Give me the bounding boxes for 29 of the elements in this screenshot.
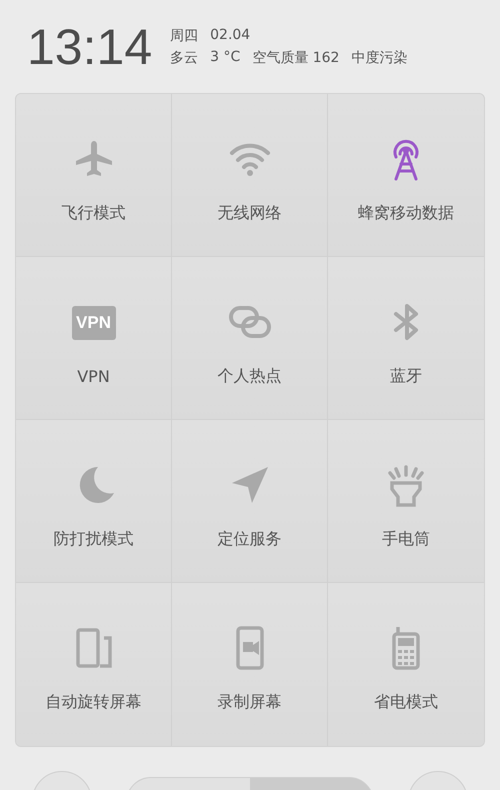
toggle-tile[interactable]: 蜂窝移动数据 (328, 94, 484, 257)
tile-label: 防打扰模式 (54, 528, 134, 550)
tile-label: 蓝牙 (390, 366, 422, 386)
toggle-tile[interactable]: 防打扰模式 (16, 420, 172, 583)
toggle-tile[interactable]: 飞行模式 (16, 94, 172, 257)
toggle-tile[interactable]: 无线网络 (172, 94, 328, 257)
tile-label: 省电模式 (374, 692, 438, 713)
air-quality: 空气质量 162 (252, 48, 340, 66)
tile-label: VPN (77, 366, 110, 386)
tile-label: 录制屏幕 (218, 692, 282, 713)
vpn-icon: VPN (72, 306, 116, 340)
tile-label: 定位服务 (218, 528, 282, 550)
tile-label: 无线网络 (218, 202, 282, 224)
tile-label: 个人热点 (218, 366, 282, 386)
tile-label: 手电筒 (382, 528, 430, 550)
date: 02.04 (210, 26, 250, 44)
tile-label: 蜂窝移动数据 (358, 202, 454, 224)
clock-time: 13:14 (27, 22, 152, 72)
toggle-tile[interactable]: VPN VPN (16, 257, 172, 420)
weekday: 周四 (170, 26, 198, 44)
temperature: 3 °C (210, 48, 240, 66)
toggle-tile[interactable]: 自动旋转屏幕 (16, 583, 172, 746)
toggle-tile[interactable]: 定位服务 (172, 420, 328, 583)
tile-label: 飞行模式 (62, 202, 126, 224)
pollution-level: 中度污染 (351, 48, 408, 66)
toggle-tile[interactable]: 个人热点 (172, 257, 328, 420)
weather: 多云 (170, 48, 198, 66)
tile-label: 自动旋转屏幕 (46, 692, 142, 713)
toggle-tile[interactable]: 录制屏幕 (172, 583, 328, 746)
